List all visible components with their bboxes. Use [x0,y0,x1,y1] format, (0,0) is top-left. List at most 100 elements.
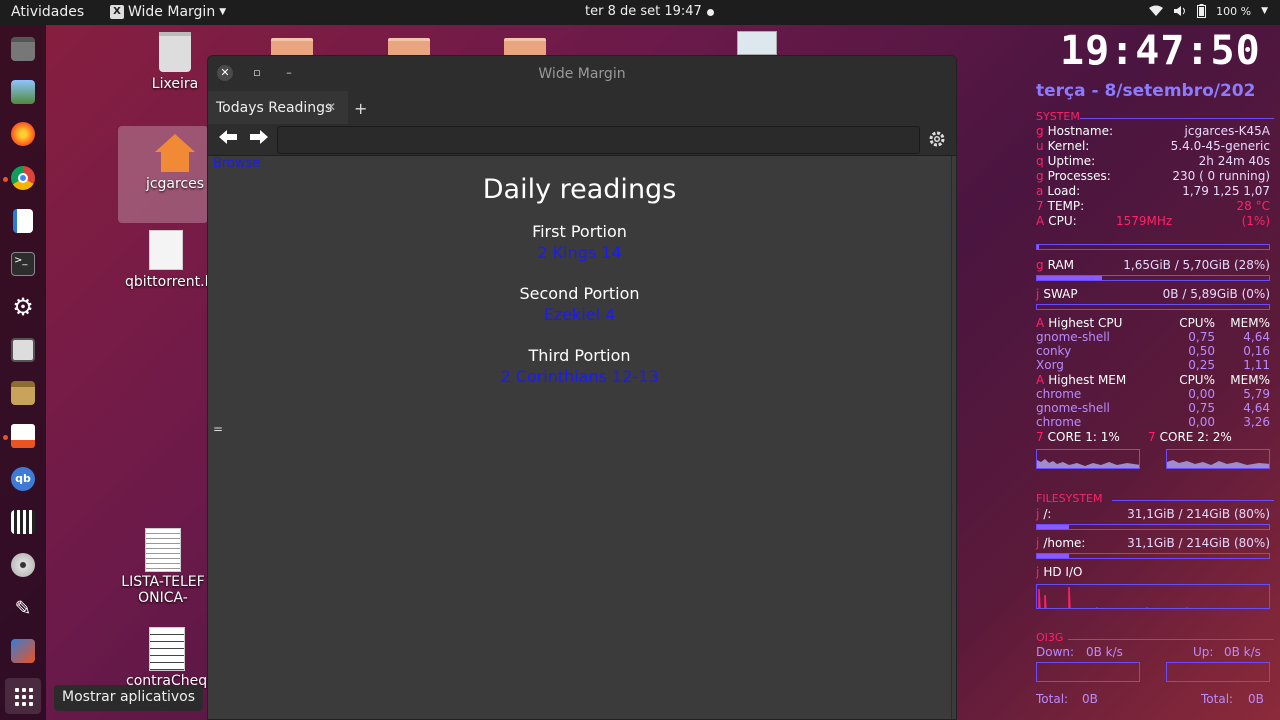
mem-column-header: MEM% [1230,373,1270,387]
inkscape-icon[interactable]: ✎ [11,596,35,620]
swap-bar [1036,304,1270,310]
glyph: q [1036,154,1044,168]
processes-row: g Processes: 230 ( 0 running) [1036,169,1270,184]
address-input[interactable] [277,126,920,154]
hostname-row: g Hostname: jcgarces-K45A [1036,124,1270,139]
new-tab-button[interactable]: + [354,99,367,118]
wifi-icon [1149,5,1164,16]
system-tray[interactable]: 100 % ▼ [1149,4,1268,18]
portion-link[interactable]: Ezekiel 4 [208,305,951,324]
process-row: gnome-shell 0,75 4,64 [1036,330,1270,344]
qbittorrent-file-desktop-icon[interactable]: qbittorrent.l [125,230,207,290]
glyph: 7 [1036,430,1044,444]
portion-link[interactable]: 2 Kings 14 [208,243,951,262]
system-menu-chevron-icon: ▼ [1261,6,1268,16]
video-editor-icon[interactable] [11,510,35,534]
tab-todays-readings[interactable]: Todays Readings ✕ [208,91,348,124]
fs-root-bar [1036,524,1270,530]
activities-button[interactable]: Atividades [11,4,84,20]
highest-mem-header: A Highest MEM CPU% MEM% [1036,373,1270,387]
lista-telefonica-label: LISTA-TELEFONICA- [121,574,205,606]
mem-column-header: MEM% [1230,316,1270,330]
ram-row: g RAM 1,65GiB / 5,70GiB (28%) [1036,258,1270,273]
process-cpu: 0,50 [1188,344,1215,358]
fs-home-bar-fill [1037,554,1070,558]
cpu-row: A CPU: 1579MHz (1%) [1036,214,1270,229]
glyph: u [1036,139,1044,153]
filesystem-section-title: FILESYSTEM [1036,492,1103,505]
qbittorrent-icon[interactable]: qb [11,467,35,491]
process-row: gnome-shell 0,75 4,64 [1036,401,1270,415]
clock[interactable]: ter 8 de set 19:47 [585,4,702,19]
splitter-handle[interactable]: = [213,422,223,436]
chrome-icon[interactable] [11,166,35,190]
process-cpu: 0,00 [1188,415,1215,429]
terminal-icon[interactable]: >_ [11,252,35,276]
map-image-icon[interactable] [737,31,777,55]
software-store-icon[interactable] [11,424,35,448]
forward-arrow-icon[interactable] [248,129,270,151]
window-title: Wide Margin [538,66,626,82]
back-arrow-icon[interactable] [217,129,239,151]
archive-icon[interactable] [11,381,35,405]
folder-icon[interactable] [271,38,313,56]
download-graph [1036,662,1140,682]
process-cpu: 0,00 [1188,387,1215,401]
trash-desktop-icon[interactable]: Lixeira [135,32,215,92]
temp-row: 7 TEMP: 28 °C [1036,199,1270,214]
files-icon[interactable] [11,37,35,61]
fs-root-row: j/: 31,1GiB / 214GiB (80%) [1036,507,1270,522]
portion-link[interactable]: 2 Corinthians 12-13 [208,367,951,386]
process-cpu: 0,75 [1188,330,1215,344]
qbittorrent-file-label: qbittorrent.l [125,274,207,290]
image-viewer-icon[interactable] [11,80,35,104]
total-down-label: Total: [1036,692,1069,706]
spreadsheet-icon [145,528,181,572]
folder-icon[interactable] [388,38,430,56]
contracheque-desktop-icon[interactable]: contraCheque [126,627,208,689]
window-titlebar[interactable]: ✕ ▫ – Wide Margin [208,56,956,91]
glyph: j [1036,536,1040,550]
cpu-label: CPU: [1048,214,1077,228]
disc-icon[interactable] [11,553,35,577]
process-mem: 1,11 [1243,358,1270,372]
chevron-down-icon: ▼ [219,7,227,17]
folder-icon[interactable] [504,38,546,56]
cpu-column-header: CPU% [1179,316,1215,330]
app-menu-label: Wide Margin [128,4,216,20]
temp-value: 28 °C [1236,199,1270,213]
app-menu[interactable]: X Wide Margin ▼ [110,4,226,20]
running-indicator [3,435,8,440]
core1-label: CORE 1: 1% [1047,430,1120,444]
hostname-value: jcgarces-K45A [1184,124,1270,138]
writer-icon[interactable] [13,209,33,233]
glyph: g [1036,258,1044,272]
core1-graph [1036,449,1140,469]
firefox-icon[interactable] [11,122,35,146]
temp-label: TEMP: [1047,199,1085,213]
ram-label: RAM [1047,258,1075,272]
net-speed-row: Down: 0B k/s Up: 0B k/s [1036,645,1270,659]
highest-cpu-header: A Highest CPU CPU% MEM% [1036,316,1270,330]
screen-settings-icon[interactable] [11,338,35,362]
glyph: 7 [1148,430,1156,444]
fs-home-bar [1036,553,1270,559]
notification-dot-icon [707,9,714,16]
total-up-value: 0B [1248,692,1264,706]
tab-close-icon[interactable]: ✕ [326,100,336,114]
settings-icon[interactable]: ⚙ [11,295,35,319]
swap-label: SWAP [1043,287,1078,301]
conky-widget: 19:47:50 terça - 8/setembro/202 SYSTEM g… [1032,28,1276,720]
core2-graph [1166,449,1270,469]
glyph: j [1036,507,1040,521]
uptime-row: q Uptime: 2h 24m 40s [1036,154,1270,169]
app-icon[interactable] [11,639,35,663]
process-mem: 0,16 [1243,344,1270,358]
show-applications-button[interactable] [5,678,41,714]
glyph: 7 [1036,199,1044,213]
gear-icon[interactable] [928,130,946,148]
browse-link[interactable]: Browse [213,156,260,171]
lista-telefonica-desktop-icon[interactable]: LISTA-TELEFONICA- [120,528,206,606]
down-value: 0B k/s [1086,645,1123,659]
divider [1112,500,1274,501]
